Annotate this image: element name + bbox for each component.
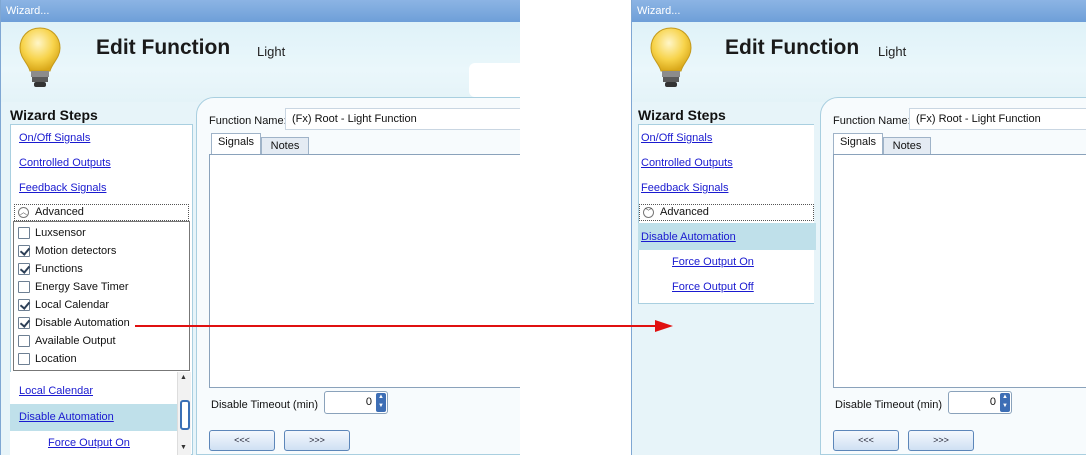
option-label: Energy Save Timer — [35, 281, 129, 293]
step-on-off-signals[interactable]: On/Off Signals — [641, 132, 712, 144]
steps-scrollbar[interactable]: ▲ ▼ — [177, 372, 191, 455]
option-label: Local Calendar — [35, 299, 109, 311]
spinner-icon[interactable]: ▲ ▼ — [376, 393, 386, 412]
option-luxsensor[interactable]: Luxsensor — [18, 227, 86, 243]
advanced-label: Advanced — [35, 206, 84, 218]
checkbox[interactable] — [18, 353, 30, 365]
step-disable-automation[interactable]: Disable Automation — [641, 231, 736, 243]
function-name-label: Function Name: — [833, 115, 911, 127]
wizard-steps-title: Wizard Steps — [638, 107, 726, 123]
next-button[interactable]: >>> — [908, 430, 974, 451]
step-force-output-on[interactable]: Force Output On — [672, 256, 754, 268]
option-local-calendar[interactable]: Local Calendar — [18, 299, 109, 315]
step-controlled-outputs[interactable]: Controlled Outputs — [19, 157, 111, 169]
advanced-toggle[interactable]: ﹀ Advanced — [639, 204, 814, 221]
window-title: Wizard... — [632, 0, 1086, 22]
advanced-options-list: Luxsensor Motion detectors Functions Ene… — [13, 221, 190, 371]
checkbox[interactable] — [18, 227, 30, 239]
tab-notes[interactable]: Notes — [883, 137, 931, 154]
header-banner — [1, 22, 520, 102]
step-force-output-on[interactable]: Force Output On — [48, 437, 130, 449]
option-motion-detectors[interactable]: Motion detectors — [18, 245, 116, 261]
step-feedback-signals[interactable]: Feedback Signals — [641, 182, 728, 194]
function-name-label: Function Name: — [209, 115, 287, 127]
step-force-output-off[interactable]: Force Output Off — [672, 281, 754, 293]
disable-timeout-input[interactable]: 0 ▲ ▼ — [948, 391, 1012, 414]
function-panel: Function Name: (Fx) Root - Light Functio… — [196, 97, 520, 455]
chevron-up-icon: ︿ — [18, 207, 29, 218]
light-bulb-icon — [19, 27, 61, 87]
option-available-output[interactable]: Available Output — [18, 335, 116, 351]
chevron-down-icon: ﹀ — [643, 207, 654, 218]
light-bulb-icon — [650, 27, 692, 87]
tab-signals[interactable]: Signals — [833, 133, 883, 154]
disable-timeout-input[interactable]: 0 ▲ ▼ — [324, 391, 388, 414]
header-title: Edit Function — [725, 36, 860, 59]
window-title: Wizard... — [1, 0, 520, 22]
back-button[interactable]: <<< — [833, 430, 899, 451]
header-subtitle: Light — [257, 44, 286, 59]
annotation-arrow-line — [135, 325, 655, 327]
advanced-toggle[interactable]: ︿ Advanced — [14, 204, 189, 221]
option-label: Motion detectors — [35, 245, 117, 257]
option-location[interactable]: Location — [18, 353, 77, 369]
option-label: Location — [35, 353, 77, 365]
checkbox[interactable] — [18, 281, 30, 293]
header-subtitle: Light — [878, 44, 907, 59]
advanced-label: Advanced — [660, 206, 709, 218]
function-name-field[interactable]: (Fx) Root - Light Function — [285, 108, 520, 130]
option-label: Available Output — [35, 335, 116, 347]
wizard-window-right: Wizard... Edit Function Light Wizard Ste… — [631, 0, 1086, 455]
wizard-window-left: Wizard... Edit Function Light Wizard Ste… — [0, 0, 520, 455]
option-functions[interactable]: Functions — [18, 263, 83, 279]
step-disable-automation[interactable]: Disable Automation — [19, 411, 114, 423]
function-panel: Function Name: (Fx) Root - Light Functio… — [820, 97, 1086, 455]
checkbox[interactable] — [18, 299, 30, 311]
timeout-value: 0 — [365, 396, 372, 408]
back-button[interactable]: <<< — [209, 430, 275, 451]
tab-notes[interactable]: Notes — [261, 137, 309, 154]
step-feedback-signals[interactable]: Feedback Signals — [19, 182, 106, 194]
scroll-up-icon[interactable]: ▲ — [180, 374, 187, 381]
timeout-value: 0 — [989, 396, 996, 408]
option-energy-save-timer[interactable]: Energy Save Timer — [18, 281, 129, 297]
header-panel — [469, 63, 520, 97]
option-label: Disable Automation — [35, 317, 130, 329]
step-local-calendar[interactable]: Local Calendar — [19, 385, 93, 397]
header-banner — [632, 22, 1086, 102]
checkbox[interactable] — [18, 263, 30, 275]
checkbox[interactable] — [18, 317, 30, 329]
function-name-field[interactable]: (Fx) Root - Light Function — [909, 108, 1086, 130]
scroll-thumb[interactable] — [180, 400, 190, 430]
annotation-arrow-head — [655, 320, 673, 332]
signals-tab-content — [209, 154, 520, 388]
option-label: Functions — [35, 263, 83, 275]
header-title: Edit Function — [96, 36, 231, 59]
scroll-down-icon[interactable]: ▼ — [180, 444, 187, 451]
wizard-steps-title: Wizard Steps — [10, 107, 98, 123]
checkbox[interactable] — [18, 335, 30, 347]
tab-signals[interactable]: Signals — [211, 133, 261, 154]
signals-tab-content — [833, 154, 1086, 388]
disable-timeout-label: Disable Timeout (min) — [211, 399, 318, 411]
step-controlled-outputs[interactable]: Controlled Outputs — [641, 157, 733, 169]
option-disable-automation[interactable]: Disable Automation — [18, 317, 130, 333]
step-on-off-signals[interactable]: On/Off Signals — [19, 132, 90, 144]
option-label: Luxsensor — [35, 227, 86, 239]
disable-timeout-label: Disable Timeout (min) — [835, 399, 942, 411]
spinner-icon[interactable]: ▲ ▼ — [1000, 393, 1010, 412]
next-button[interactable]: >>> — [284, 430, 350, 451]
checkbox[interactable] — [18, 245, 30, 257]
